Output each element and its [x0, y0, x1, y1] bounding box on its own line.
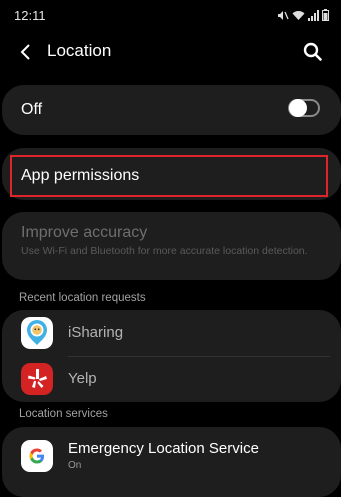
- google-icon: [21, 440, 53, 472]
- app-header: Location: [0, 30, 341, 74]
- list-item-isharing[interactable]: iSharing: [2, 310, 341, 357]
- search-button[interactable]: [301, 40, 325, 64]
- search-icon: [303, 42, 322, 61]
- isharing-app-icon: [21, 317, 53, 349]
- status-icons: [277, 9, 329, 21]
- page-title: Location: [47, 41, 112, 60]
- location-toggle-label: Off: [21, 101, 43, 118]
- back-button[interactable]: [14, 40, 38, 64]
- app-name: iSharing: [68, 324, 124, 341]
- improve-accuracy-description: Use Wi-Fi and Bluetooth for more accurat…: [21, 245, 308, 257]
- highlight-box: [10, 155, 328, 197]
- switch-knob: [289, 99, 307, 117]
- battery-icon: [322, 9, 329, 21]
- back-arrow-icon: [20, 44, 30, 60]
- yelp-app-icon: [21, 363, 53, 395]
- location-services-header: Location services: [19, 408, 108, 420]
- status-time: 12:11: [14, 8, 46, 23]
- list-item-yelp[interactable]: Yelp: [2, 356, 341, 402]
- service-status: On: [68, 460, 82, 471]
- signal-icon: [308, 9, 319, 21]
- app-name: Yelp: [68, 370, 97, 387]
- mute-icon: [278, 10, 289, 20]
- wifi-icon: [292, 10, 305, 20]
- location-switch[interactable]: [288, 99, 320, 117]
- service-title: Emergency Location Service: [68, 440, 259, 457]
- status-bar: 12:11: [0, 0, 341, 30]
- recent-requests-list: iSharing Yelp: [2, 310, 341, 402]
- improve-accuracy-title: Improve accuracy: [21, 224, 148, 241]
- emergency-location-service-row[interactable]: Emergency Location Service On: [2, 427, 341, 497]
- recent-requests-header: Recent location requests: [19, 292, 146, 304]
- location-toggle-row[interactable]: Off: [2, 85, 341, 135]
- improve-accuracy-row: Improve accuracy Use Wi-Fi and Bluetooth…: [2, 212, 341, 280]
